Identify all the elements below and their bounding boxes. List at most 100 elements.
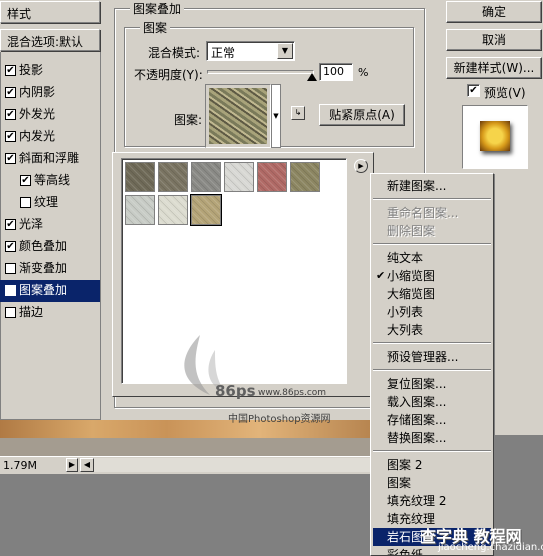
style-preview-well [462,105,528,169]
preview-checkbox[interactable]: ✔ [467,84,480,97]
menu-item[interactable]: 纯文本 [373,249,491,267]
pattern-swatch[interactable] [158,195,188,225]
menu-item[interactable]: 载入图案... [373,393,491,411]
style-item-checkbox[interactable]: ✔ [5,65,16,76]
pattern-swatch[interactable] [158,162,188,192]
style-item-label: 光泽 [19,217,44,231]
menu-item-label: 图案 2 [387,458,423,472]
menu-item[interactable]: 复位图案... [373,375,491,393]
menu-item[interactable]: 图案 2 [373,456,491,474]
snap-origin-label: 贴紧原点(A) [329,108,395,122]
opacity-input[interactable]: 100 [319,63,353,81]
menu-item[interactable]: 大缩览图 [373,285,491,303]
blend-mode-value: 正常 [211,46,236,60]
pattern-group-title: 图案 [140,19,171,36]
menu-separator [373,342,491,344]
pattern-swatch[interactable] [290,162,320,192]
style-item-label: 内发光 [19,129,56,143]
site-watermark-url: jiaocheng.chazidian.com [438,542,543,553]
menu-item-label: 删除图案 [387,224,436,238]
pattern-label: 图案: [174,113,203,127]
menu-separator [373,198,491,200]
menu-item-label: 新建图案... [387,179,447,193]
styles-header[interactable]: 样式 [0,1,100,23]
snap-origin-button[interactable]: 贴紧原点(A) [319,104,405,126]
scroll-left-icon[interactable]: ◀ [80,458,94,472]
menu-separator [373,243,491,245]
opacity-slider-track[interactable] [207,70,314,74]
style-item-checkbox[interactable]: ✔ [5,87,16,98]
menu-item-label: 填充纹理 2 [387,494,447,508]
style-item-checkbox[interactable] [20,197,31,208]
styles-header-label: 样式 [7,7,32,21]
style-item[interactable]: 描边 [0,302,100,324]
menu-item-label: 载入图案... [387,395,447,409]
style-item-checkbox[interactable]: ✔ [5,285,16,296]
menu-item[interactable]: ✔ 小缩览图 [373,267,491,285]
menu-item-label: 小列表 [387,305,424,319]
new-preset-icon[interactable]: ↳ [291,106,305,120]
menu-item[interactable]: 图案 [373,474,491,492]
pattern-picker: ▶ [112,152,374,397]
menu-item[interactable]: 新建图案... [373,177,491,195]
opacity-slider-handle[interactable] [307,73,317,81]
ok-button[interactable]: 确定 [446,1,542,23]
blend-mode-label: 混合模式: [148,46,201,60]
style-item[interactable]: ✔ 光泽 [0,214,100,236]
pattern-swatch[interactable] [190,194,222,226]
blend-options-item[interactable]: 混合选项:默认 [0,29,100,51]
style-item-checkbox[interactable]: ✔ [5,153,16,164]
pattern-swatch[interactable] [125,195,155,225]
style-item[interactable]: ✔ 外发光 [0,104,100,126]
menu-item-label: 重命名图案... [387,206,459,220]
pattern-dropdown-arrow[interactable]: ▼ [271,84,281,148]
style-item-label: 渐变叠加 [19,261,68,275]
style-item-checkbox[interactable] [5,263,16,274]
picker-menu-icon[interactable]: ▶ [354,159,368,173]
style-item[interactable]: ✔ 内发光 [0,126,100,148]
menu-separator [373,369,491,371]
pattern-swatch[interactable] [257,162,287,192]
style-item[interactable]: ✔ 斜面和浮雕 [0,148,100,170]
pattern-preview-well[interactable] [205,84,271,148]
style-item-checkbox[interactable]: ✔ [20,175,31,186]
pattern-swatch[interactable] [191,162,221,192]
style-item[interactable]: ✔ 图案叠加 [0,280,100,302]
menu-item[interactable]: 替换图案... [373,429,491,447]
style-item-label: 等高线 [34,173,71,187]
menu-item[interactable]: 小列表 [373,303,491,321]
style-item[interactable]: ✔ 等高线 [0,170,100,192]
style-item-checkbox[interactable]: ✔ [5,109,16,120]
style-item-checkbox[interactable]: ✔ [5,241,16,252]
pattern-preview [209,88,267,144]
menu-item[interactable]: 重命名图案... [373,204,491,222]
style-item[interactable]: 纹理 [0,192,100,214]
style-item[interactable]: 渐变叠加 [0,258,100,280]
blend-mode-select[interactable]: 正常 ▼ [206,41,295,61]
style-item-checkbox[interactable]: ✔ [5,219,16,230]
blend-options-label: 混合选项:默认 [7,35,84,49]
menu-item-label: 预设管理器... [387,350,459,364]
pattern-swatch[interactable] [125,162,155,192]
new-style-button[interactable]: 新建样式(W)... [446,57,542,79]
menu-item[interactable]: 大列表 [373,321,491,339]
menu-separator [373,450,491,452]
style-item[interactable]: ✔ 投影 [0,60,100,82]
style-item-label: 描边 [19,305,44,319]
menu-item[interactable]: 删除图案 [373,222,491,240]
style-item[interactable]: ✔ 颜色叠加 [0,236,100,258]
style-item-checkbox[interactable]: ✔ [5,131,16,142]
cancel-button[interactable]: 取消 [446,29,542,51]
style-item-label: 图案叠加 [19,283,68,297]
menu-item[interactable]: 存储图案... [373,411,491,429]
horizontal-scrollbar[interactable] [94,458,370,472]
style-item[interactable]: ✔ 内阴影 [0,82,100,104]
menu-item[interactable]: 填充纹理 2 [373,492,491,510]
menu-item[interactable]: 预设管理器... [373,348,491,366]
menu-item-label: 复位图案... [387,377,447,391]
pattern-swatch[interactable] [224,162,254,192]
style-item-checkbox[interactable] [5,307,16,318]
status-menu-arrow-icon[interactable]: ▶ [66,458,78,472]
opacity-label: 不透明度(Y): [134,68,203,82]
style-item-label: 纹理 [34,195,59,209]
